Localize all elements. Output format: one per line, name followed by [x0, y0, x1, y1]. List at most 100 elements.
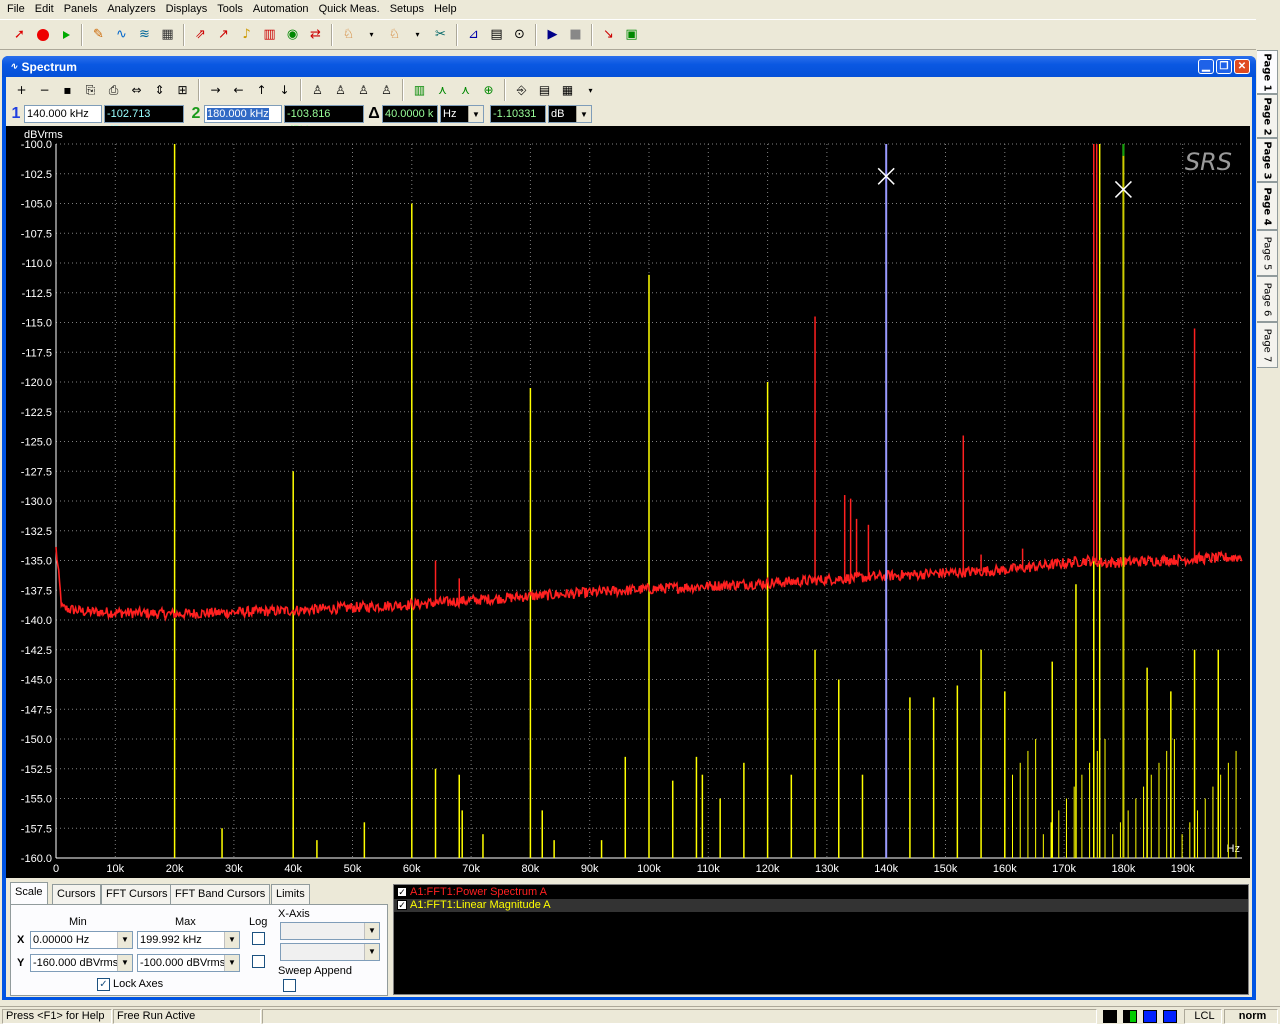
- settings-panel-icon[interactable]: ▦: [156, 23, 179, 46]
- graph-icon[interactable]: ↗: [212, 23, 235, 46]
- arrow-right-icon[interactable]: →: [204, 79, 227, 101]
- tab-page-4[interactable]: Page 4: [1257, 182, 1278, 230]
- dropdown-arrow-icon[interactable]: ▾: [360, 23, 383, 46]
- spectrum-plot[interactable]: 0 10k 20k 30k 40k 50k 60k 70k 80k 90k 100k 110k 120k…: [6, 126, 1250, 878]
- spectrum-chart-svg[interactable]: 0 10k 20k 30k 40k 50k 60k 70k 80k 90k 100k 110k 120k…: [6, 126, 1250, 878]
- meter-icon[interactable]: ▤: [485, 23, 508, 46]
- analyzer-a0-icon[interactable]: ♘: [337, 23, 360, 46]
- stop-panel-icon[interactable]: ■: [564, 23, 587, 46]
- calculator-icon[interactable]: ▦: [556, 79, 579, 101]
- menu-panels[interactable]: Panels: [59, 0, 103, 19]
- waveform-icon[interactable]: ≋: [133, 23, 156, 46]
- audio-icon[interactable]: ♪: [235, 23, 258, 46]
- minimize-button[interactable]: ▁: [1198, 59, 1214, 74]
- tab-fft-band-cursors[interactable]: FFT Band Cursors: [170, 884, 271, 904]
- menu-analyzers[interactable]: Analyzers: [102, 0, 160, 19]
- tab-page-5[interactable]: Page 5: [1257, 230, 1278, 276]
- tab-cursors[interactable]: Cursors: [52, 884, 101, 904]
- x-tick-label: 70k: [462, 863, 480, 875]
- delta-y-unit-select[interactable]: dB ▼: [548, 105, 592, 123]
- tab-page-1[interactable]: Page 1: [1257, 50, 1278, 94]
- plot-icon[interactable]: ⊿: [462, 23, 485, 46]
- x-min-select[interactable]: 0.00000 Hz ▼: [30, 931, 133, 949]
- analyzer-a1-icon[interactable]: ♘: [383, 23, 406, 46]
- y-log-checkbox[interactable]: [252, 955, 265, 968]
- checkbox-icon[interactable]: ✓: [397, 900, 407, 910]
- y-tick-label: -122.5: [21, 407, 52, 419]
- dropdown-arrow-icon[interactable]: ▾: [579, 79, 602, 101]
- reel-icon[interactable]: ⊙: [508, 23, 531, 46]
- chevron-down-icon: ▼: [117, 932, 132, 948]
- close-button[interactable]: ✕: [1234, 59, 1250, 74]
- legend-power-spectrum[interactable]: ✓ A1:FFT1:Power Spectrum A: [394, 886, 1248, 899]
- print-icon[interactable]: ⎙: [102, 79, 125, 101]
- menu-quick-meas[interactable]: Quick Meas.: [314, 0, 385, 19]
- arm-icon[interactable]: ➚: [8, 23, 31, 46]
- menu-displays[interactable]: Displays: [161, 0, 213, 19]
- record-stop-icon[interactable]: [31, 23, 54, 46]
- markers-icon[interactable]: ▥: [408, 79, 431, 101]
- swap-icon[interactable]: ⇄: [304, 23, 327, 46]
- sweep-icon[interactable]: ⇗: [189, 23, 212, 46]
- signal-icon[interactable]: ∿: [110, 23, 133, 46]
- y-max-select[interactable]: -100.000 dBVrms ▼: [137, 954, 240, 972]
- x-tick-label: 10k: [106, 863, 124, 875]
- cursor-b-icon[interactable]: ⋏: [454, 79, 477, 101]
- log-header: Log: [249, 916, 268, 928]
- globe-icon[interactable]: ◉: [281, 23, 304, 46]
- tab-page-6[interactable]: Page 6: [1257, 276, 1278, 322]
- x-axis-select-2[interactable]: ▼: [280, 943, 380, 961]
- remove-icon[interactable]: −: [33, 79, 56, 101]
- menu-edit[interactable]: Edit: [30, 0, 59, 19]
- dropdown-arrow-icon[interactable]: ▾: [406, 23, 429, 46]
- export-icon[interactable]: ⎘: [79, 79, 102, 101]
- tab-page-2[interactable]: Page 2: [1257, 94, 1278, 138]
- menu-help[interactable]: Help: [429, 0, 462, 19]
- peak-search-icon[interactable]: ♙: [306, 79, 329, 101]
- menu-setups[interactable]: Setups: [385, 0, 429, 19]
- x-axis-select-1[interactable]: ▼: [280, 922, 380, 940]
- tab-page-3[interactable]: Page 3: [1257, 138, 1278, 182]
- generator-icon[interactable]: ✎: [87, 23, 110, 46]
- y-min-select[interactable]: -160.000 dBVrms ▼: [30, 954, 133, 972]
- save-icon[interactable]: ▪: [56, 79, 79, 101]
- tab-scale[interactable]: Scale: [10, 882, 48, 904]
- a0-marker-icon[interactable]: ↘: [597, 23, 620, 46]
- cursor-1-x-field[interactable]: 140.000 kHz: [24, 105, 102, 123]
- arrow-left-icon[interactable]: ←: [227, 79, 250, 101]
- histogram-icon[interactable]: ▥: [258, 23, 281, 46]
- menu-tools[interactable]: Tools: [212, 0, 248, 19]
- checkbox-icon[interactable]: ✓: [397, 887, 407, 897]
- table-icon[interactable]: ▤: [533, 79, 556, 101]
- a1-marker-icon[interactable]: ▣: [620, 23, 643, 46]
- tab-fft-cursors[interactable]: FFT Cursors: [101, 884, 173, 904]
- x-log-checkbox[interactable]: [252, 932, 265, 945]
- fit-horizontal-icon[interactable]: ⇔: [125, 79, 148, 101]
- target-icon[interactable]: ⊕: [477, 79, 500, 101]
- legend-linear-magnitude[interactable]: ✓ A1:FFT1:Linear Magnitude A: [394, 899, 1248, 912]
- filter-icon[interactable]: ✂: [429, 23, 452, 46]
- restore-button[interactable]: ❐: [1216, 59, 1232, 74]
- arrow-down-icon[interactable]: ↓: [273, 79, 296, 101]
- cursor-a-icon[interactable]: ⋏: [431, 79, 454, 101]
- cursor-2-x-field[interactable]: 180.000 kHz: [204, 105, 282, 123]
- run-icon[interactable]: [54, 23, 77, 46]
- next-peak-icon[interactable]: ♙: [329, 79, 352, 101]
- menu-file[interactable]: File: [2, 0, 30, 19]
- tab-page-7[interactable]: Page 7: [1257, 322, 1278, 368]
- overlay-icon[interactable]: ⎆: [510, 79, 533, 101]
- fit-all-icon[interactable]: ⊞: [171, 79, 194, 101]
- x-tick-label: 20k: [166, 863, 184, 875]
- peak-left-icon[interactable]: ♙: [352, 79, 375, 101]
- peak-right-icon[interactable]: ♙: [375, 79, 398, 101]
- arrow-up-icon[interactable]: ↑: [250, 79, 273, 101]
- delta-x-unit-select[interactable]: Hz ▼: [440, 105, 484, 123]
- menu-automation[interactable]: Automation: [248, 0, 314, 19]
- x-max-select[interactable]: 199.992 kHz ▼: [137, 931, 240, 949]
- sweep-append-checkbox[interactable]: [283, 979, 296, 992]
- fit-vertical-icon[interactable]: ⇕: [148, 79, 171, 101]
- add-icon[interactable]: +: [10, 79, 33, 101]
- lock-axes-checkbox[interactable]: ✓: [97, 978, 110, 991]
- tab-limits[interactable]: Limits: [271, 884, 310, 904]
- play-panel-icon[interactable]: ▶: [541, 23, 564, 46]
